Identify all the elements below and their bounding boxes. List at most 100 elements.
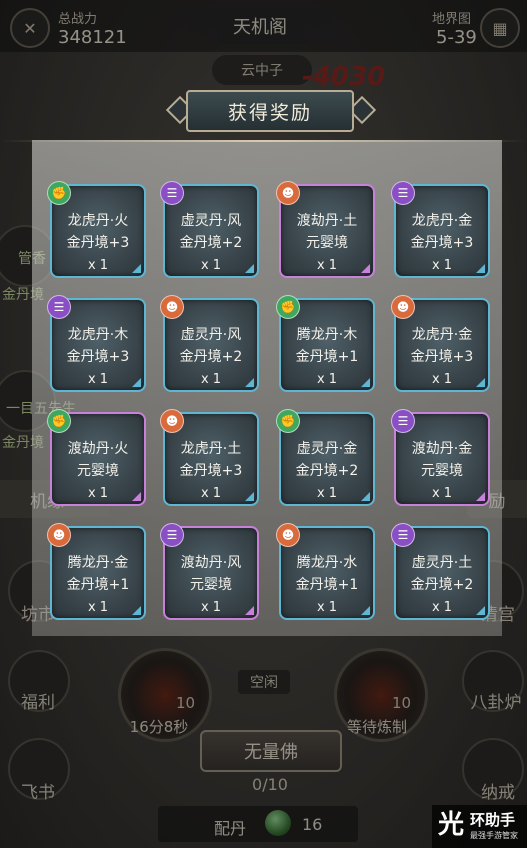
card-corner-mark — [361, 492, 370, 501]
card-corner-mark — [132, 264, 141, 273]
item-realm: 金丹境+3 — [410, 349, 474, 365]
watermark-main: 环助手 — [470, 811, 516, 829]
item-quantity: x 1 — [316, 258, 338, 273]
card-corner-mark — [245, 492, 254, 501]
card-corner-mark — [245, 264, 254, 273]
item-realm: 金丹境+1 — [66, 577, 130, 593]
reward-item-card[interactable]: ☻ 龙虎丹·土金丹境+3 x 1 — [160, 409, 259, 506]
card-corner-mark — [476, 492, 485, 501]
item-realm: 金丹境+3 — [66, 235, 130, 251]
reward-item-card[interactable]: ☰ 虚灵丹·土金丹境+2 x 1 — [391, 523, 490, 620]
reward-item-card[interactable]: ☰ 渡劫丹·风元婴境 x 1 — [160, 523, 259, 620]
item-name: 腾龙丹·金 — [67, 555, 129, 571]
reward-item-card[interactable]: ✊ 渡劫丹·火元婴境 x 1 — [47, 409, 146, 506]
item-quantity: x 1 — [87, 486, 109, 501]
reward-title: 获得奖励 — [186, 90, 354, 132]
reward-item-card[interactable]: ☻ 虚灵丹·风金丹境+2 x 1 — [160, 295, 259, 392]
item-realm: 金丹境+3 — [410, 235, 474, 251]
item-realm: 金丹境+2 — [295, 463, 359, 479]
item-realm: 金丹境+2 — [179, 349, 243, 365]
reward-item-card[interactable]: ☻ 腾龙丹·水金丹境+1 x 1 — [276, 523, 375, 620]
item-realm: 金丹境+1 — [295, 349, 359, 365]
element-badge-icon: ☰ — [160, 523, 184, 547]
reward-item-card[interactable]: ☻ 腾龙丹·金金丹境+1 x 1 — [47, 523, 146, 620]
reward-item-card[interactable]: ✊ 腾龙丹·木金丹境+1 x 1 — [276, 295, 375, 392]
card-corner-mark — [132, 378, 141, 387]
item-name: 虚灵丹·金 — [296, 441, 358, 457]
reward-item-card[interactable]: ✊ 龙虎丹·火金丹境+3 x 1 — [47, 181, 146, 278]
item-quantity: x 1 — [87, 600, 109, 615]
element-badge-icon: ☻ — [276, 181, 300, 205]
item-quantity: x 1 — [316, 486, 338, 501]
watermark-sub: 最强手游管家 — [470, 831, 518, 840]
item-name: 龙虎丹·木 — [67, 327, 129, 343]
card-corner-mark — [361, 378, 370, 387]
watermark-logo-icon: 光 — [437, 810, 464, 840]
item-realm: 元婴境 — [306, 235, 348, 251]
element-badge-icon: ☰ — [391, 181, 415, 205]
card-corner-mark — [361, 264, 370, 273]
item-name: 龙虎丹·火 — [67, 213, 129, 229]
item-quantity: x 1 — [431, 486, 453, 501]
item-name: 龙虎丹·金 — [411, 327, 473, 343]
element-badge-icon: ✊ — [47, 181, 71, 205]
element-badge-icon: ✊ — [47, 409, 71, 433]
card-corner-mark — [132, 492, 141, 501]
item-name: 虚灵丹·土 — [411, 555, 473, 571]
item-quantity: x 1 — [431, 372, 453, 387]
item-realm: 元婴境 — [190, 577, 232, 593]
card-corner-mark — [132, 606, 141, 615]
item-quantity: x 1 — [200, 486, 222, 501]
item-name: 渡劫丹·风 — [180, 555, 242, 571]
item-realm: 元婴境 — [421, 463, 463, 479]
card-corner-mark — [476, 264, 485, 273]
reward-item-card[interactable]: ✊ 虚灵丹·金金丹境+2 x 1 — [276, 409, 375, 506]
item-quantity: x 1 — [431, 600, 453, 615]
item-quantity: x 1 — [200, 600, 222, 615]
reward-item-card[interactable]: ☰ 渡劫丹·金元婴境 x 1 — [391, 409, 490, 506]
item-name: 渡劫丹·金 — [411, 441, 473, 457]
item-realm: 金丹境+2 — [410, 577, 474, 593]
reward-item-card[interactable]: ☰ 龙虎丹·金金丹境+3 x 1 — [391, 181, 490, 278]
element-badge-icon: ☻ — [160, 295, 184, 319]
element-badge-icon: ✊ — [276, 295, 300, 319]
item-realm: 金丹境+1 — [295, 577, 359, 593]
reward-item-card[interactable]: ☰ 虚灵丹·风金丹境+2 x 1 — [160, 181, 259, 278]
element-badge-icon: ✊ — [276, 409, 300, 433]
element-badge-icon: ☻ — [160, 409, 184, 433]
card-corner-mark — [245, 378, 254, 387]
item-name: 龙虎丹·土 — [180, 441, 242, 457]
item-realm: 金丹境+2 — [179, 235, 243, 251]
item-realm: 金丹境+3 — [179, 463, 243, 479]
item-name: 腾龙丹·水 — [296, 555, 358, 571]
element-badge-icon: ☰ — [391, 523, 415, 547]
element-badge-icon: ☰ — [160, 181, 184, 205]
item-name: 腾龙丹·木 — [296, 327, 358, 343]
item-quantity: x 1 — [316, 372, 338, 387]
item-quantity: x 1 — [200, 372, 222, 387]
item-name: 虚灵丹·风 — [180, 327, 242, 343]
card-corner-mark — [361, 606, 370, 615]
item-name: 渡劫丹·火 — [67, 441, 129, 457]
item-realm: 元婴境 — [77, 463, 119, 479]
item-quantity: x 1 — [87, 372, 109, 387]
card-corner-mark — [245, 606, 254, 615]
reward-item-card[interactable]: ☻ 龙虎丹·金金丹境+3 x 1 — [391, 295, 490, 392]
card-corner-mark — [476, 378, 485, 387]
item-realm: 金丹境+3 — [66, 349, 130, 365]
item-name: 虚灵丹·风 — [180, 213, 242, 229]
element-badge-icon: ☻ — [276, 523, 300, 547]
element-badge-icon: ☰ — [47, 295, 71, 319]
item-quantity: x 1 — [200, 258, 222, 273]
element-badge-icon: ☻ — [391, 295, 415, 319]
reward-item-card[interactable]: ☻ 渡劫丹·土元婴境 x 1 — [276, 181, 375, 278]
card-corner-mark — [476, 606, 485, 615]
item-name: 渡劫丹·土 — [296, 213, 358, 229]
item-quantity: x 1 — [431, 258, 453, 273]
item-quantity: x 1 — [316, 600, 338, 615]
element-badge-icon: ☻ — [47, 523, 71, 547]
element-badge-icon: ☰ — [391, 409, 415, 433]
item-name: 龙虎丹·金 — [411, 213, 473, 229]
item-quantity: x 1 — [87, 258, 109, 273]
reward-item-card[interactable]: ☰ 龙虎丹·木金丹境+3 x 1 — [47, 295, 146, 392]
